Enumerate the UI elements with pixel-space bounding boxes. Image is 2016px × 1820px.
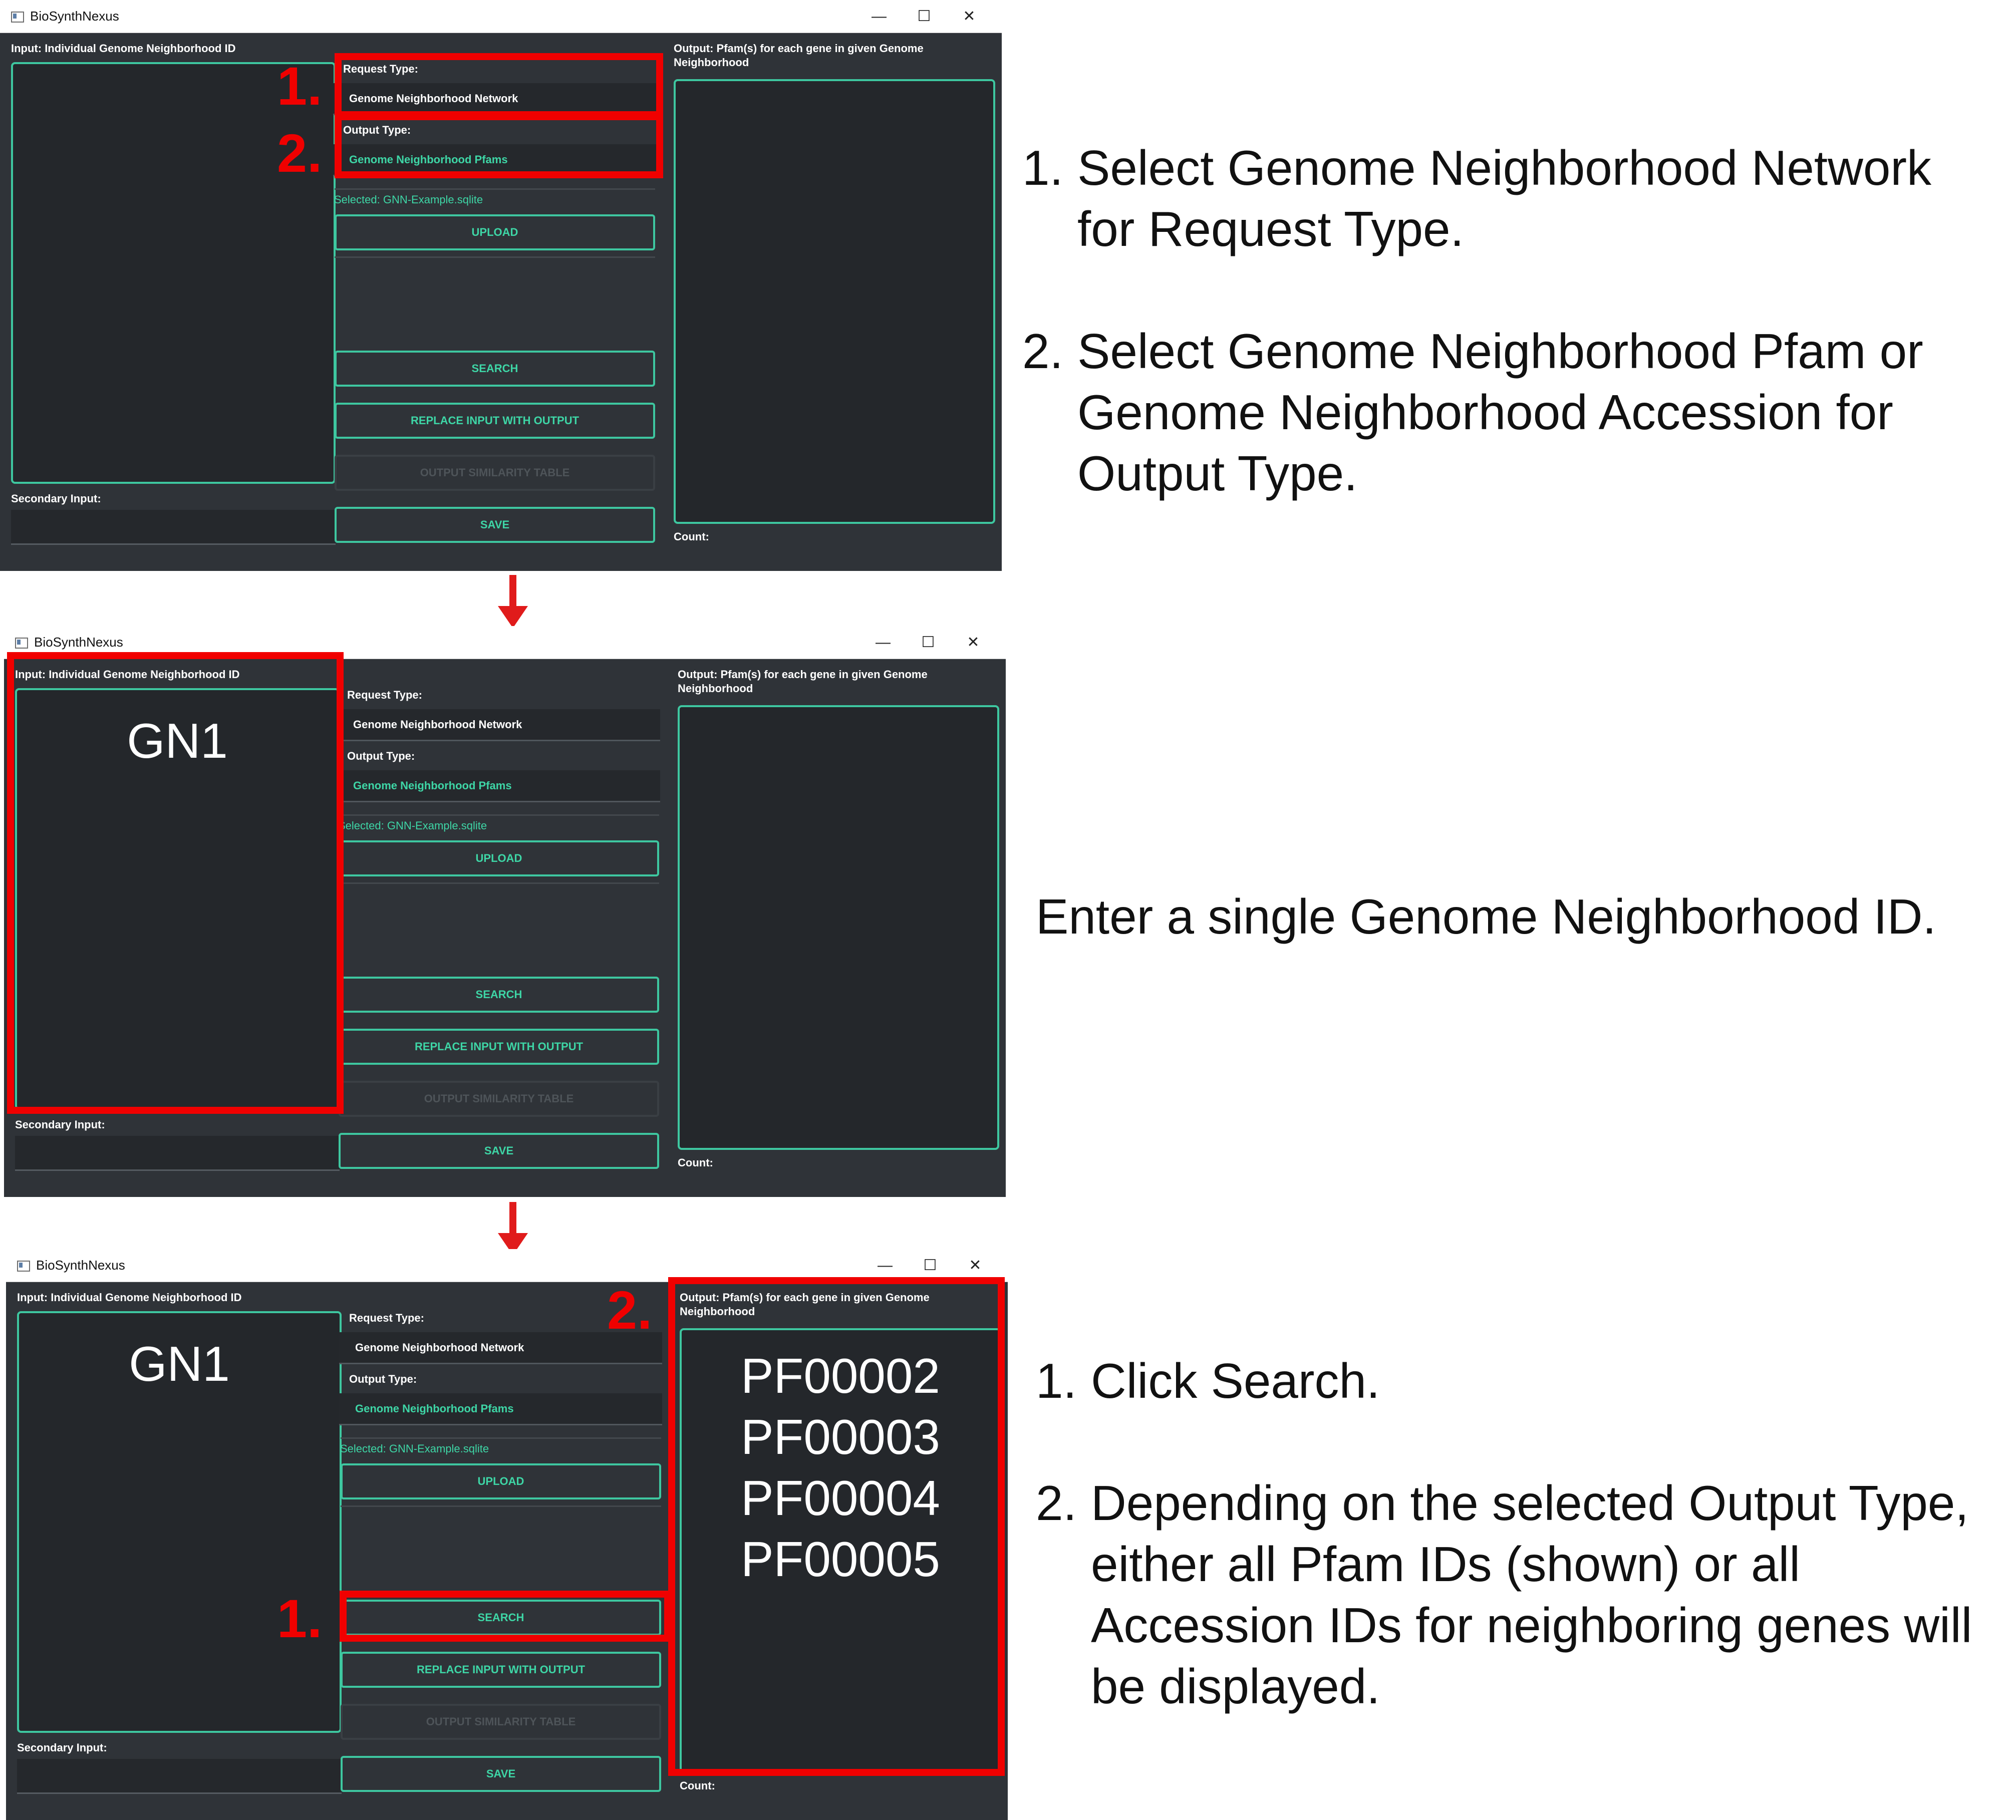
minimize-button[interactable]: —	[856, 0, 902, 33]
upload-button[interactable]: UPLOAD	[335, 214, 655, 250]
divider	[341, 1437, 661, 1439]
instruction-item: 2. Depending on the selected Output Type,…	[1036, 1475, 1972, 1714]
close-button[interactable]: ✕	[947, 0, 992, 33]
selected-file-text: Selected: GNN-Example.sqlite	[340, 1442, 489, 1455]
upload-button[interactable]: UPLOAD	[341, 1463, 661, 1499]
secondary-input-label: Secondary Input:	[15, 1118, 105, 1131]
divider	[339, 882, 659, 884]
count-label: Count:	[674, 530, 709, 543]
callout-number: 2.	[607, 1280, 653, 1340]
highlight-request-type	[335, 53, 663, 118]
callout-number: 2.	[277, 123, 323, 183]
title-bar: BioSynthNexus — ☐ ✕	[0, 0, 1002, 33]
output-similarity-table-button[interactable]: OUTPUT SIMILARITY TABLE	[339, 1081, 659, 1117]
secondary-input-label: Secondary Input:	[17, 1741, 107, 1754]
search-button[interactable]: SEARCH	[335, 351, 655, 387]
count-label: Count:	[680, 1779, 715, 1792]
output-type-label: Output Type:	[349, 1373, 417, 1385]
output-label-line2: Neighborhood	[674, 56, 749, 69]
output-type-label: Output Type:	[347, 750, 415, 762]
window-title: BioSynthNexus	[30, 9, 119, 24]
maximize-button[interactable]: ☐	[902, 0, 947, 33]
input-textbox[interactable]: GN1	[17, 1311, 342, 1733]
output-similarity-table-button[interactable]: OUTPUT SIMILARITY TABLE	[341, 1704, 661, 1740]
replace-input-with-output-button[interactable]: REPLACE INPUT WITH OUTPUT	[335, 403, 655, 439]
request-type-label: Request Type:	[347, 689, 422, 701]
upload-button[interactable]: UPLOAD	[339, 840, 659, 876]
instruction-text: Select Genome Neighborhood Network for R…	[1077, 140, 1932, 256]
instruction-text: Select Genome Neighborhood Pfam or Genom…	[1077, 324, 1923, 501]
instruction-item: 1. Click Search.	[1036, 1353, 1380, 1408]
save-button[interactable]: SAVE	[339, 1133, 659, 1169]
divider	[339, 814, 659, 816]
instruction-item: 1. Select Genome Neighborhood Network for…	[1022, 140, 1932, 256]
input-label: Input: Individual Genome Neighborhood ID	[17, 1291, 242, 1304]
input-label: Input: Individual Genome Neighborhood ID	[11, 42, 236, 55]
output-label: Output: Pfam(s) for each gene in given G…	[678, 668, 928, 696]
save-button[interactable]: SAVE	[341, 1756, 661, 1792]
request-type-select[interactable]: Genome Neighborhood Network	[337, 709, 660, 741]
maximize-button[interactable]: ☐	[906, 626, 951, 659]
instructions-step3: 1. Click Search. 2. Depending on the selec…	[1036, 1350, 2002, 1717]
secondary-input-field[interactable]	[17, 1759, 342, 1794]
app-icon	[15, 638, 28, 649]
highlight-search-button	[340, 1591, 671, 1642]
divider	[335, 256, 655, 258]
instruction-text: Depending on the selected Output Type, e…	[1091, 1475, 1972, 1714]
replace-input-with-output-button[interactable]: REPLACE INPUT WITH OUTPUT	[339, 1029, 659, 1065]
output-label-line1: Output: Pfam(s) for each gene in given G…	[674, 42, 924, 55]
output-label-line1: Output: Pfam(s) for each gene in given G…	[678, 668, 928, 681]
output-type-select[interactable]: Genome Neighborhood Pfams	[337, 770, 660, 802]
output-label: Output: Pfam(s) for each gene in given G…	[674, 42, 924, 70]
highlight-input	[7, 652, 344, 1114]
selected-file-text: Selected: GNN-Example.sqlite	[338, 819, 487, 832]
divider	[341, 1505, 661, 1507]
secondary-input-field[interactable]	[15, 1136, 340, 1171]
output-textbox[interactable]	[678, 705, 999, 1150]
output-similarity-table-button[interactable]: OUTPUT SIMILARITY TABLE	[335, 455, 655, 491]
instruction-step2: Enter a single Genome Neighborhood ID.	[1036, 889, 1936, 944]
output-textbox[interactable]	[674, 79, 995, 524]
save-button[interactable]: SAVE	[335, 507, 655, 543]
divider	[335, 188, 655, 190]
output-label-line2: Neighborhood	[678, 682, 753, 695]
callout-number: 1.	[277, 56, 323, 116]
output-type-select[interactable]: Genome Neighborhood Pfams	[339, 1393, 662, 1425]
close-button[interactable]: ✕	[951, 626, 996, 659]
highlight-output-type	[335, 113, 663, 178]
search-button[interactable]: SEARCH	[339, 977, 659, 1013]
selected-file-text: Selected: GNN-Example.sqlite	[334, 193, 483, 206]
instruction-item: 2. Select Genome Neighborhood Pfam or Gen…	[1022, 324, 1923, 501]
down-arrow-icon	[498, 575, 528, 630]
request-type-label: Request Type:	[349, 1312, 424, 1324]
app-icon	[17, 1261, 30, 1272]
window-title: BioSynthNexus	[36, 1258, 125, 1273]
instructions-step1: 1. Select Genome Neighborhood Network for…	[1022, 137, 1989, 504]
instruction-text: Click Search.	[1091, 1353, 1380, 1408]
input-value: GN1	[129, 1336, 230, 1391]
secondary-input-label: Secondary Input:	[11, 492, 101, 505]
minimize-button[interactable]: —	[860, 626, 906, 659]
replace-input-with-output-button[interactable]: REPLACE INPUT WITH OUTPUT	[341, 1652, 661, 1688]
callout-number: 1.	[277, 1588, 323, 1649]
app-icon	[11, 12, 24, 23]
secondary-input-field[interactable]	[11, 510, 336, 545]
count-label: Count:	[678, 1156, 713, 1169]
highlight-output	[668, 1277, 1005, 1776]
window-title: BioSynthNexus	[34, 635, 123, 650]
